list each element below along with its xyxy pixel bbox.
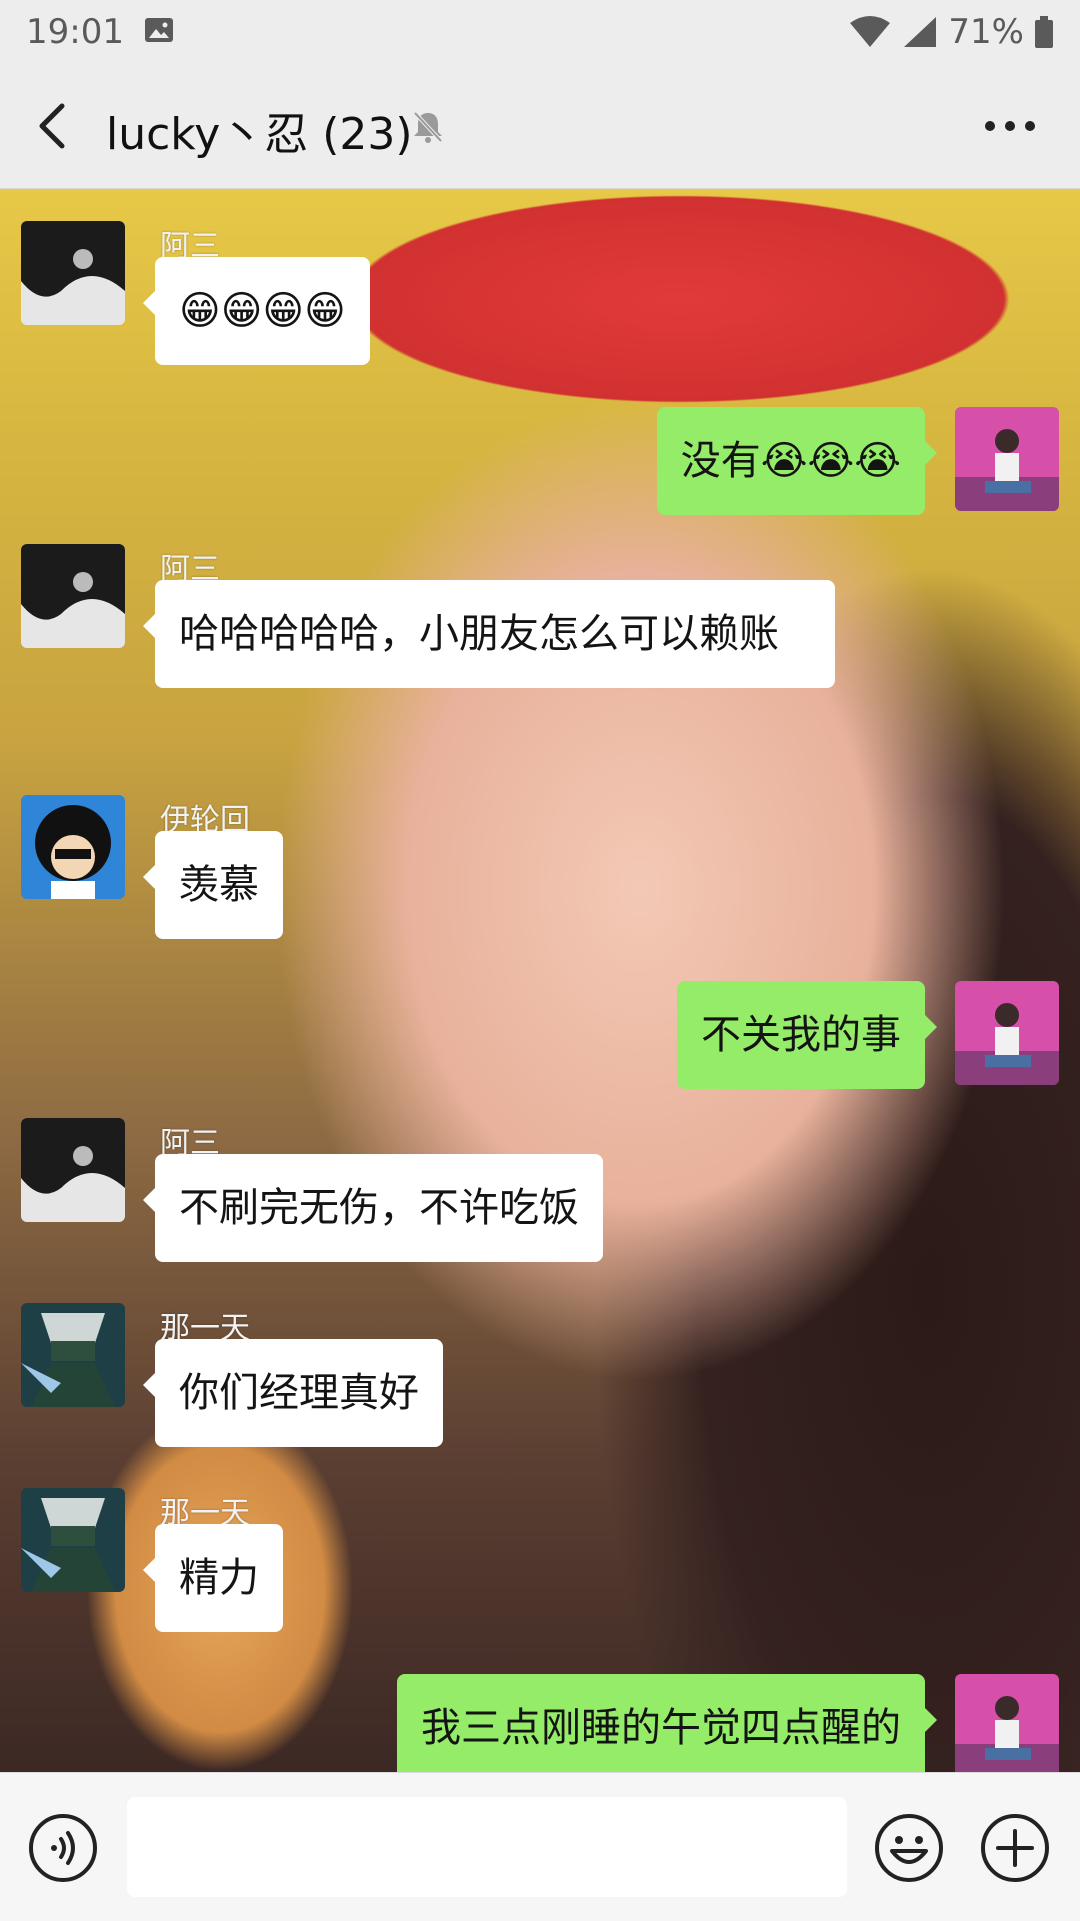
back-arrow-icon[interactable] bbox=[28, 94, 84, 158]
avatar[interactable] bbox=[21, 221, 125, 325]
message-row: 阿三 哈哈哈哈哈，小朋友怎么可以赖账 bbox=[0, 544, 1080, 764]
message-row: 我三点刚睡的午觉四点醒的 bbox=[0, 1674, 1080, 1772]
chat-area[interactable]: 阿三 😁😁😁😁 没有😭😭😭 阿三 哈哈哈哈哈，小朋友怎么可以赖账 伊轮回 羡慕 … bbox=[0, 189, 1080, 1772]
message-row: 没有😭😭😭 bbox=[0, 407, 1080, 517]
wifi-icon bbox=[850, 16, 891, 47]
message-row: 那一天 精力 bbox=[0, 1488, 1080, 1648]
signal-icon bbox=[904, 17, 937, 47]
message-bubble[interactable]: 😁😁😁😁 bbox=[143, 257, 370, 365]
plus-icon[interactable] bbox=[980, 1813, 1050, 1883]
avatar[interactable] bbox=[955, 1674, 1059, 1772]
message-row: 那一天 你们经理真好 bbox=[0, 1303, 1080, 1463]
message-bubble[interactable]: 羡慕 bbox=[143, 831, 283, 939]
status-time: 19:01 bbox=[26, 12, 124, 52]
avatar[interactable] bbox=[21, 1118, 125, 1222]
message-bubble[interactable]: 我三点刚睡的午觉四点醒的 bbox=[397, 1674, 937, 1772]
battery-icon bbox=[1035, 16, 1053, 48]
message-row: 伊轮回 羡慕 bbox=[0, 795, 1080, 955]
avatar[interactable] bbox=[955, 407, 1059, 511]
avatar[interactable] bbox=[21, 1303, 125, 1407]
avatar[interactable] bbox=[955, 981, 1059, 1085]
image-notification-icon bbox=[145, 18, 173, 42]
input-bar bbox=[0, 1772, 1080, 1921]
avatar[interactable] bbox=[21, 1488, 125, 1592]
message-row: 不关我的事 bbox=[0, 981, 1080, 1091]
battery-percent: 71% bbox=[948, 12, 1024, 52]
emoji-icon[interactable] bbox=[874, 1813, 944, 1883]
status-icons: 71% bbox=[848, 12, 1054, 52]
message-row: 阿三 😁😁😁😁 bbox=[0, 221, 1080, 381]
message-row: 阿三 不刷完无伤，不许吃饭 bbox=[0, 1118, 1080, 1278]
message-bubble[interactable]: 精力 bbox=[143, 1524, 283, 1632]
message-bubble[interactable]: 不刷完无伤，不许吃饭 bbox=[143, 1154, 603, 1262]
message-input[interactable] bbox=[127, 1797, 847, 1897]
message-bubble[interactable]: 没有😭😭😭 bbox=[656, 407, 938, 515]
chat-title: lucky丶忍 (23) bbox=[106, 109, 413, 160]
more-dots-icon[interactable] bbox=[980, 104, 1040, 148]
avatar[interactable] bbox=[21, 795, 125, 899]
voice-icon[interactable] bbox=[28, 1813, 98, 1883]
mute-bell-icon bbox=[413, 111, 443, 143]
chat-header: lucky丶忍 (23) bbox=[0, 64, 1080, 189]
avatar[interactable] bbox=[21, 544, 125, 648]
message-bubble[interactable]: 不关我的事 bbox=[677, 981, 937, 1089]
status-bar: 19:01 71% bbox=[0, 0, 1080, 64]
message-bubble[interactable]: 哈哈哈哈哈，小朋友怎么可以赖账 bbox=[143, 580, 835, 688]
message-bubble[interactable]: 你们经理真好 bbox=[143, 1339, 443, 1447]
